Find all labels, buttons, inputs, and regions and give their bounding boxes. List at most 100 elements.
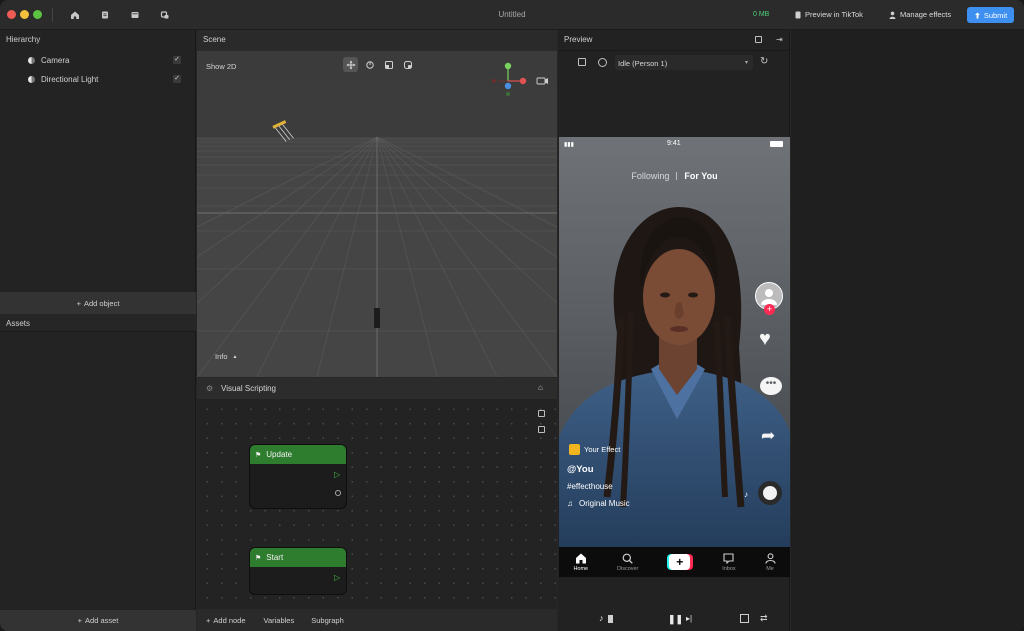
scene-grid xyxy=(197,51,557,377)
crop-icon[interactable] xyxy=(740,614,749,623)
object-icon xyxy=(28,76,35,83)
start-node-label: Start xyxy=(266,553,284,562)
tab-following[interactable]: Following xyxy=(631,171,669,181)
gear-icon[interactable]: ⚙ xyxy=(206,384,213,393)
visual-scripting-panel: ⚙ Visual Scripting ⌂ ⚑ Update ▷ ⚑ Start xyxy=(197,378,557,631)
tiktok-logo-icon[interactable]: ♪ xyxy=(599,613,604,623)
update-node-label: Update xyxy=(266,450,293,459)
visibility-checkbox[interactable]: ✓ xyxy=(173,56,181,64)
minimap-icon[interactable] xyxy=(538,426,545,433)
open-external-icon[interactable] xyxy=(755,36,762,43)
hierarchy-item-directional-light[interactable]: Directional Light xyxy=(28,75,98,84)
scene-panel: Scene Show 2D Info ▲ xyxy=(197,30,557,377)
username[interactable]: @You xyxy=(567,464,594,475)
nav-label: Inbox xyxy=(722,565,736,572)
title-bar: Untitled 0 MB Preview in TikTok Manage e… xyxy=(0,0,1024,30)
memory-usage: 0 MB xyxy=(753,11,770,18)
hierarchy-item-label: Camera xyxy=(41,56,70,65)
divider xyxy=(558,50,790,51)
follow-button[interactable]: + xyxy=(764,304,775,315)
exec-out-port-icon[interactable]: ▷ xyxy=(334,470,340,479)
heart-icon[interactable]: ♥ xyxy=(759,329,771,349)
music-info[interactable]: ♫ Original Music xyxy=(567,499,630,508)
start-node[interactable]: ⚑ Start ▷ xyxy=(249,547,347,595)
pause-icon[interactable]: ❚❚ xyxy=(668,614,683,625)
divider xyxy=(676,172,678,180)
preview-in-tiktok-label: Preview in TikTok xyxy=(805,10,863,19)
plus-icon: + xyxy=(76,298,81,308)
subgraph-tab[interactable]: Subgraph xyxy=(311,616,344,625)
empty-panel xyxy=(791,30,1024,631)
hierarchy-title: Hierarchy xyxy=(6,35,41,44)
move-tool-icon[interactable] xyxy=(343,57,358,72)
nav-create[interactable]: + xyxy=(667,554,694,570)
swap-icon[interactable]: ⇄ xyxy=(760,613,768,624)
fit-view-icon[interactable] xyxy=(538,410,545,417)
effect-name: Your Effect xyxy=(584,445,621,454)
visibility-checkbox[interactable]: ✓ xyxy=(173,75,181,83)
info-label: Info xyxy=(215,352,228,361)
layers-icon[interactable] xyxy=(578,58,586,66)
variables-tab[interactable]: Variables xyxy=(264,616,295,625)
update-node[interactable]: ⚑ Update ▷ xyxy=(249,444,347,509)
visual-scripting-footer: + Add node Variables Subgraph xyxy=(197,609,557,631)
add-node-button[interactable]: + Add node xyxy=(206,616,246,625)
graph-canvas[interactable]: ⚑ Update ▷ ⚑ Start ▷ xyxy=(197,399,557,609)
refresh-icon[interactable]: ↻ xyxy=(760,56,768,67)
submit-label: Submit xyxy=(983,10,1008,20)
upload-icon xyxy=(974,12,980,18)
add-asset-button[interactable]: + Add asset xyxy=(0,610,196,631)
add-object-button[interactable]: + Add object xyxy=(0,292,196,314)
music-disc-icon[interactable] xyxy=(758,481,782,505)
update-node-header: ⚑ Update xyxy=(250,445,346,464)
rect-tool-icon[interactable] xyxy=(400,57,415,72)
app-window: Untitled 0 MB Preview in TikTok Manage e… xyxy=(0,0,1024,631)
info-dropdown[interactable]: Info ▲ xyxy=(215,352,237,361)
scale-tool-icon[interactable] xyxy=(381,57,396,72)
submit-button[interactable]: Submit xyxy=(967,7,1014,23)
create-plus-icon: + xyxy=(667,554,694,570)
detach-icon[interactable]: ⇥ xyxy=(776,35,783,44)
phone-icon xyxy=(795,11,801,18)
animation-select[interactable]: Idle (Person 1) ▾ xyxy=(615,55,753,70)
phone-bottom-nav: Home Discover + Inbox Me xyxy=(559,547,790,577)
music-note-icon: ♫ xyxy=(567,499,573,508)
plus-icon: + xyxy=(77,616,83,625)
plus-icon: + xyxy=(206,615,211,625)
scene-viewport[interactable]: Show 2D Info ▲ xyxy=(197,51,557,377)
tab-for-you[interactable]: For You xyxy=(684,171,717,181)
home-icon xyxy=(575,553,586,563)
flag-icon: ⚑ xyxy=(255,451,262,459)
exec-out-port-icon[interactable]: ▷ xyxy=(334,573,340,582)
expand-icon[interactable]: ⌂ xyxy=(538,383,543,392)
preview-in-tiktok-button[interactable]: Preview in TikTok xyxy=(795,10,863,19)
nav-me[interactable]: Me xyxy=(764,552,776,572)
show-2d-toggle[interactable]: Show 2D xyxy=(206,62,236,71)
effect-tag[interactable]: Your Effect xyxy=(569,444,620,455)
manage-effects-button[interactable]: Manage effects xyxy=(889,10,951,19)
nav-label: Me xyxy=(766,565,774,572)
window-title: Untitled xyxy=(498,10,526,19)
clock-icon[interactable] xyxy=(598,58,607,67)
nav-label: Discover xyxy=(617,565,639,572)
add-asset-label: Add asset xyxy=(85,616,119,625)
nav-inbox[interactable]: Inbox xyxy=(722,552,736,572)
bookmark-icon[interactable] xyxy=(608,615,613,623)
visual-scripting-title: Visual Scripting xyxy=(221,384,276,393)
nav-home[interactable]: Home xyxy=(573,553,588,572)
next-frame-icon[interactable]: ▸| xyxy=(686,614,692,623)
scene-title: Scene xyxy=(203,35,226,44)
comment-icon[interactable]: ••• xyxy=(760,377,782,395)
hashtag[interactable]: #effecthouse xyxy=(567,482,613,491)
phone-preview[interactable]: ▮▮▮ 9:41 Following For You + ♥ ••• ➦ ♪ Y… xyxy=(559,137,790,547)
music-note-icon: ♪ xyxy=(744,490,748,499)
animation-select-value: Idle (Person 1) xyxy=(618,59,668,68)
hierarchy-item-label: Directional Light xyxy=(41,75,99,84)
nav-discover[interactable]: Discover xyxy=(617,553,638,572)
rotate-tool-icon[interactable] xyxy=(362,57,377,72)
assets-header: Assets xyxy=(0,314,196,332)
caret-down-icon: ▲ xyxy=(232,353,238,360)
data-out-port-icon[interactable] xyxy=(335,490,341,496)
hierarchy-item-camera[interactable]: Camera xyxy=(28,56,69,65)
share-icon[interactable]: ➦ xyxy=(761,427,775,444)
